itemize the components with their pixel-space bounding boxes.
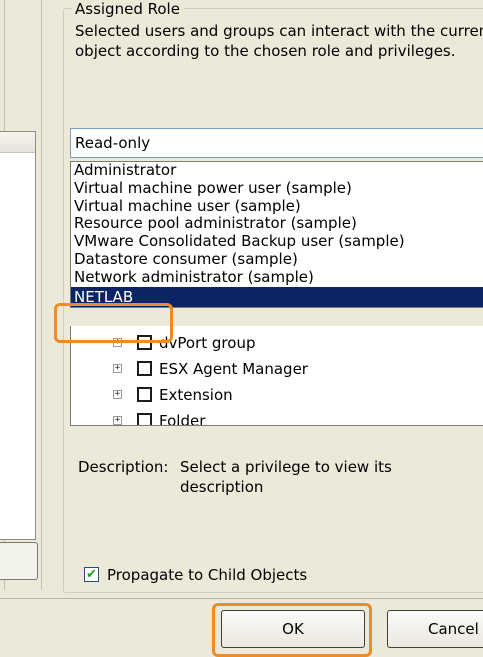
description-line-1: Selected users and groups can interact w…	[75, 22, 483, 40]
expand-icon[interactable]: +	[113, 416, 122, 425]
ok-button[interactable]: OK	[221, 610, 365, 648]
role-option-datastore-consumer[interactable]: Datastore consumer (sample)	[71, 250, 483, 269]
role-option-network-admin[interactable]: Network administrator (sample)	[71, 268, 483, 287]
tree-item-label: dvPort group	[159, 334, 256, 352]
tree-item-label: ESX Agent Manager	[159, 360, 308, 378]
role-option-administrator[interactable]: Administrator	[71, 161, 483, 180]
role-option-vm-power-user[interactable]: Virtual machine power user (sample)	[71, 179, 483, 198]
assigned-role-description: Selected users and groups can interact w…	[75, 21, 483, 61]
cancel-button[interactable]: Cancel	[387, 610, 483, 648]
description-text: Select a privilege to view its descripti…	[180, 458, 392, 496]
expand-icon[interactable]: +	[113, 364, 122, 373]
expand-icon[interactable]: +	[113, 338, 122, 347]
users-list-pane[interactable]	[0, 131, 36, 540]
privilege-checkbox[interactable]	[137, 361, 152, 376]
role-option-vcb-user[interactable]: VMware Consolidated Backup user (sample)	[71, 232, 483, 251]
propagate-label[interactable]: Propagate to Child Objects	[107, 565, 307, 585]
button-bar-divider	[0, 598, 483, 599]
expand-icon[interactable]: +	[113, 390, 122, 399]
tree-item-label: Folder	[159, 412, 206, 426]
description-line-2: object according to the chosen role and …	[75, 42, 456, 60]
role-option-vm-user[interactable]: Virtual machine user (sample)	[71, 197, 483, 216]
description-label: Description:	[78, 458, 169, 476]
privilege-checkbox[interactable]	[137, 413, 152, 425]
assigned-role-title: Assigned Role	[72, 0, 184, 18]
privilege-checkbox[interactable]	[137, 387, 152, 402]
privilege-checkbox[interactable]	[137, 335, 152, 350]
privilege-tree[interactable]: + dvPort group + ESX Agent Manager + Ext…	[70, 326, 483, 426]
propagate-checkbox[interactable]: ✔	[84, 567, 99, 582]
users-list-header	[0, 132, 35, 153]
role-select[interactable]: Read-only	[70, 128, 483, 158]
tree-item-label: Extension	[159, 386, 233, 404]
role-dropdown-list[interactable]: Administrator Virtual machine power user…	[70, 161, 483, 308]
role-option-resource-pool-admin[interactable]: Resource pool administrator (sample)	[71, 215, 483, 233]
role-option-netlab[interactable]: NETLAB	[71, 286, 483, 307]
left-panel-button[interactable]	[0, 542, 38, 580]
